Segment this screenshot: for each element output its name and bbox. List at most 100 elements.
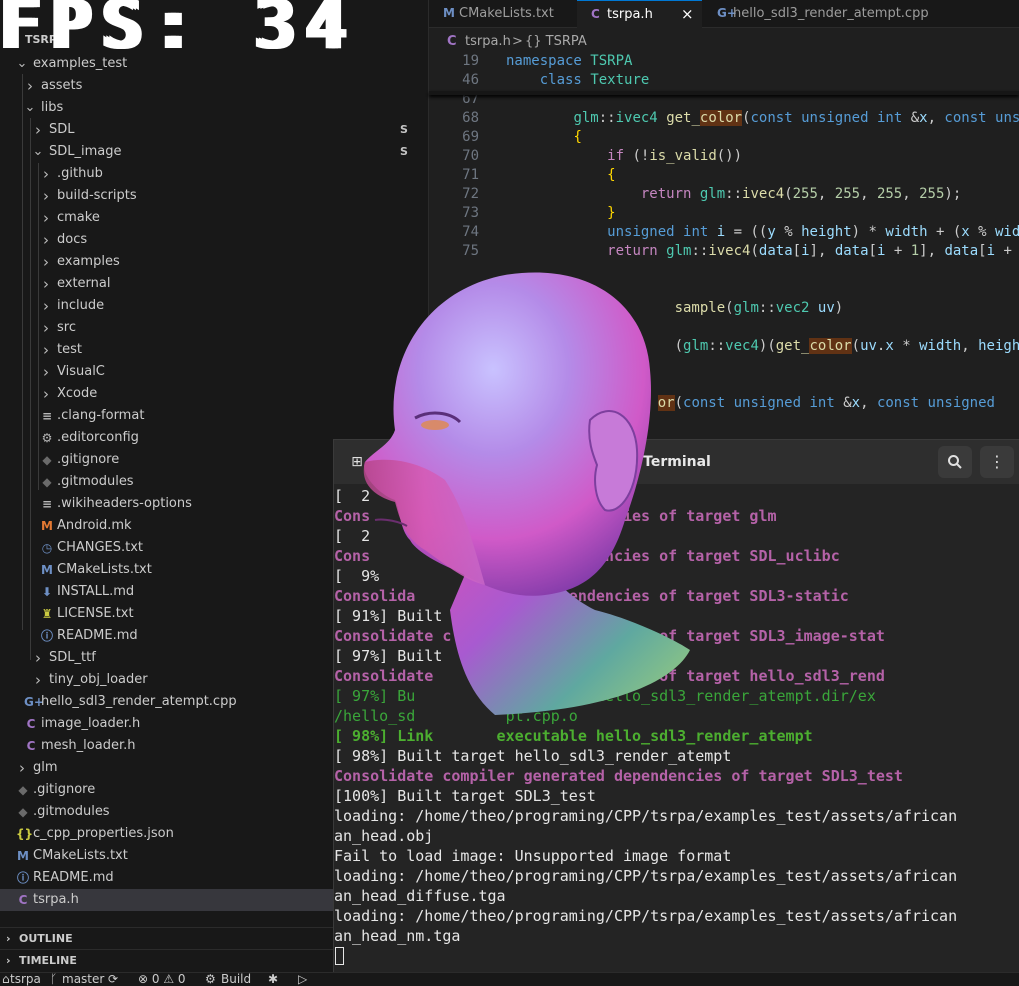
terminal-line: Consolidate compiler generated dependenc… — [334, 767, 903, 785]
code-text: return glm::ivec4(255, 255, 255, 255); — [640, 186, 962, 202]
menu-icon[interactable]: ⋮ — [980, 446, 1014, 478]
file-type-icon: ◷ — [41, 541, 53, 555]
chevron-right-icon[interactable]: › — [32, 119, 44, 141]
tree-item-label: build-scripts — [57, 188, 137, 203]
file-type-icon: ♜ — [41, 607, 53, 621]
tree-item-label: assets — [41, 78, 83, 93]
remote-icon[interactable]: ⌂ — [2, 973, 10, 986]
file-type-icon: G+ — [24, 695, 44, 709]
folder-item[interactable]: ⌄ libs — [0, 97, 426, 119]
file-type-icon: M — [41, 519, 53, 533]
status-build[interactable]: Build — [221, 973, 251, 986]
tree-item-label: LICENSE.txt — [57, 606, 134, 621]
chevron-right-icon[interactable]: › — [40, 383, 52, 405]
line-number: 69 — [462, 129, 479, 145]
chevron-right-icon[interactable]: › — [40, 273, 52, 295]
code-text: { — [573, 129, 582, 145]
tab-tsrpa-h[interactable]: Ctsrpa.h × — [577, 0, 702, 28]
close-icon[interactable]: × — [681, 1, 694, 28]
chevron-down-icon[interactable]: ⌄ — [24, 97, 36, 119]
tab-cmakelists-txt[interactable]: M CMakeLists.txt — [429, 0, 576, 27]
tree-item-label: CMakeLists.txt — [57, 562, 152, 577]
tree-item-label: .gitmodules — [33, 804, 110, 819]
folder-item[interactable]: › cmake — [0, 207, 426, 229]
chevron-right-icon[interactable]: › — [40, 251, 52, 273]
breadcrumb-separator: > — [512, 34, 523, 49]
code-line[interactable]: 73 } — [429, 204, 1019, 223]
chevron-right-icon[interactable]: › — [32, 647, 44, 669]
chevron-right-icon[interactable]: › — [16, 757, 28, 779]
tree-item-label: c_cpp_properties.json — [33, 826, 174, 841]
code-text: } — [607, 205, 616, 221]
terminal-line: an_head_nm.tga — [334, 927, 461, 945]
git-status-badge: S — [400, 145, 408, 158]
code-line[interactable]: 68 glm::ivec4 get_color(const unsigned i… — [429, 109, 1019, 128]
tree-item-label: README.md — [57, 628, 138, 643]
line-number: 70 — [462, 148, 479, 164]
file-type-icon: C — [591, 7, 600, 21]
gear-icon: ⚙ — [205, 972, 216, 986]
status-problems[interactable]: ⊗ 0 ⚠ 0 — [138, 973, 186, 986]
folder-item[interactable]: ⌄ SDL_image S — [0, 141, 426, 163]
tree-item-label: include — [57, 298, 105, 313]
status-repo[interactable]: tsrpa — [10, 973, 41, 986]
file-type-icon: ⚙ — [41, 431, 53, 445]
chevron-right-icon[interactable]: › — [40, 295, 52, 317]
chevron-right-icon: › — [6, 932, 11, 945]
code-line[interactable]: 74 unsigned int i = ((y % height) * widt… — [429, 223, 1019, 242]
terminal-line: loading: /home/theo/programing/CPP/tsrpa… — [334, 907, 958, 925]
file-type-icon: ⓘ — [16, 871, 29, 885]
tree-item-label: CMakeLists.txt — [33, 848, 128, 863]
breadcrumb-symbol[interactable]: {} TSRPA — [525, 32, 587, 52]
chevron-down-icon[interactable]: ⌄ — [32, 141, 44, 163]
terminal-line: an_head.obj — [334, 827, 434, 845]
chevron-right-icon[interactable]: › — [40, 317, 52, 339]
tree-item-label: tsrpa.h — [33, 892, 79, 907]
branch-icon: ᚴ — [50, 972, 58, 986]
chevron-right-icon[interactable]: › — [40, 163, 52, 185]
code-line[interactable]: 69 { — [429, 128, 1019, 147]
sticky-code-line[interactable]: 46 class Texture — [429, 71, 1019, 90]
terminal-line: Fail to load image: Unsupported image fo… — [334, 847, 732, 865]
debug-icon[interactable]: ✱ — [268, 973, 278, 986]
file-type-icon: ◆ — [18, 805, 28, 819]
tab-hello-sdl3-render-atempt-cpp[interactable]: G+ hello_sdl3_render_atempt.cpp — [703, 0, 929, 27]
code-line[interactable]: 71 { — [429, 166, 1019, 185]
file-type-icon: ≡ — [41, 497, 53, 511]
file-type-icon: ◆ — [42, 475, 52, 489]
folder-item[interactable]: › docs — [0, 229, 426, 251]
status-branch[interactable]: master — [62, 973, 104, 986]
tab-label: tsrpa.h — [607, 7, 653, 22]
chevron-right-icon[interactable]: › — [40, 229, 52, 251]
chevron-right-icon[interactable]: › — [40, 185, 52, 207]
code-line[interactable]: 72 return glm::ivec4(255, 255, 255, 255)… — [429, 185, 1019, 204]
folder-item[interactable]: › build-scripts — [0, 185, 426, 207]
breadcrumb-file[interactable]: tsrpa.h — [465, 32, 511, 52]
chevron-right-icon[interactable]: › — [40, 361, 52, 383]
folder-item[interactable]: › .github — [0, 163, 426, 185]
sticky-code-line[interactable]: 19 namespace TSRPA — [429, 52, 1019, 71]
search-icon[interactable] — [938, 446, 972, 478]
terminal-line: [ 98%] Link executable hello_sdl3_render… — [334, 727, 813, 745]
tree-item-label: mesh_loader.h — [41, 738, 136, 753]
tree-item-label: examples — [57, 254, 120, 269]
tree-item-label: .clang-format — [57, 408, 145, 423]
terminal-line: [100%] Built target SDL3_test — [334, 787, 596, 805]
line-number: 46 — [462, 72, 479, 88]
chevron-right-icon[interactable]: › — [40, 339, 52, 361]
folder-item[interactable]: › assets — [0, 75, 426, 97]
line-number: 73 — [462, 205, 479, 221]
chevron-right-icon[interactable]: › — [40, 207, 52, 229]
file-type-icon: M — [17, 849, 29, 863]
chevron-right-icon[interactable]: › — [32, 669, 44, 691]
chevron-right-icon[interactable]: › — [24, 75, 36, 97]
folder-item[interactable]: › SDL S — [0, 119, 426, 141]
code-line[interactable]: 70 if (!is_valid()) — [429, 147, 1019, 166]
run-icon[interactable]: ▷ — [298, 973, 307, 986]
tree-item-label: .editorconfig — [57, 430, 139, 445]
tree-item-label: test — [57, 342, 82, 357]
tree-item-label: SDL_ttf — [49, 650, 96, 665]
sync-icon[interactable]: ⟳ — [108, 973, 118, 986]
tree-item-label: CHANGES.txt — [57, 540, 144, 555]
file-type-icon: {} — [16, 827, 34, 841]
